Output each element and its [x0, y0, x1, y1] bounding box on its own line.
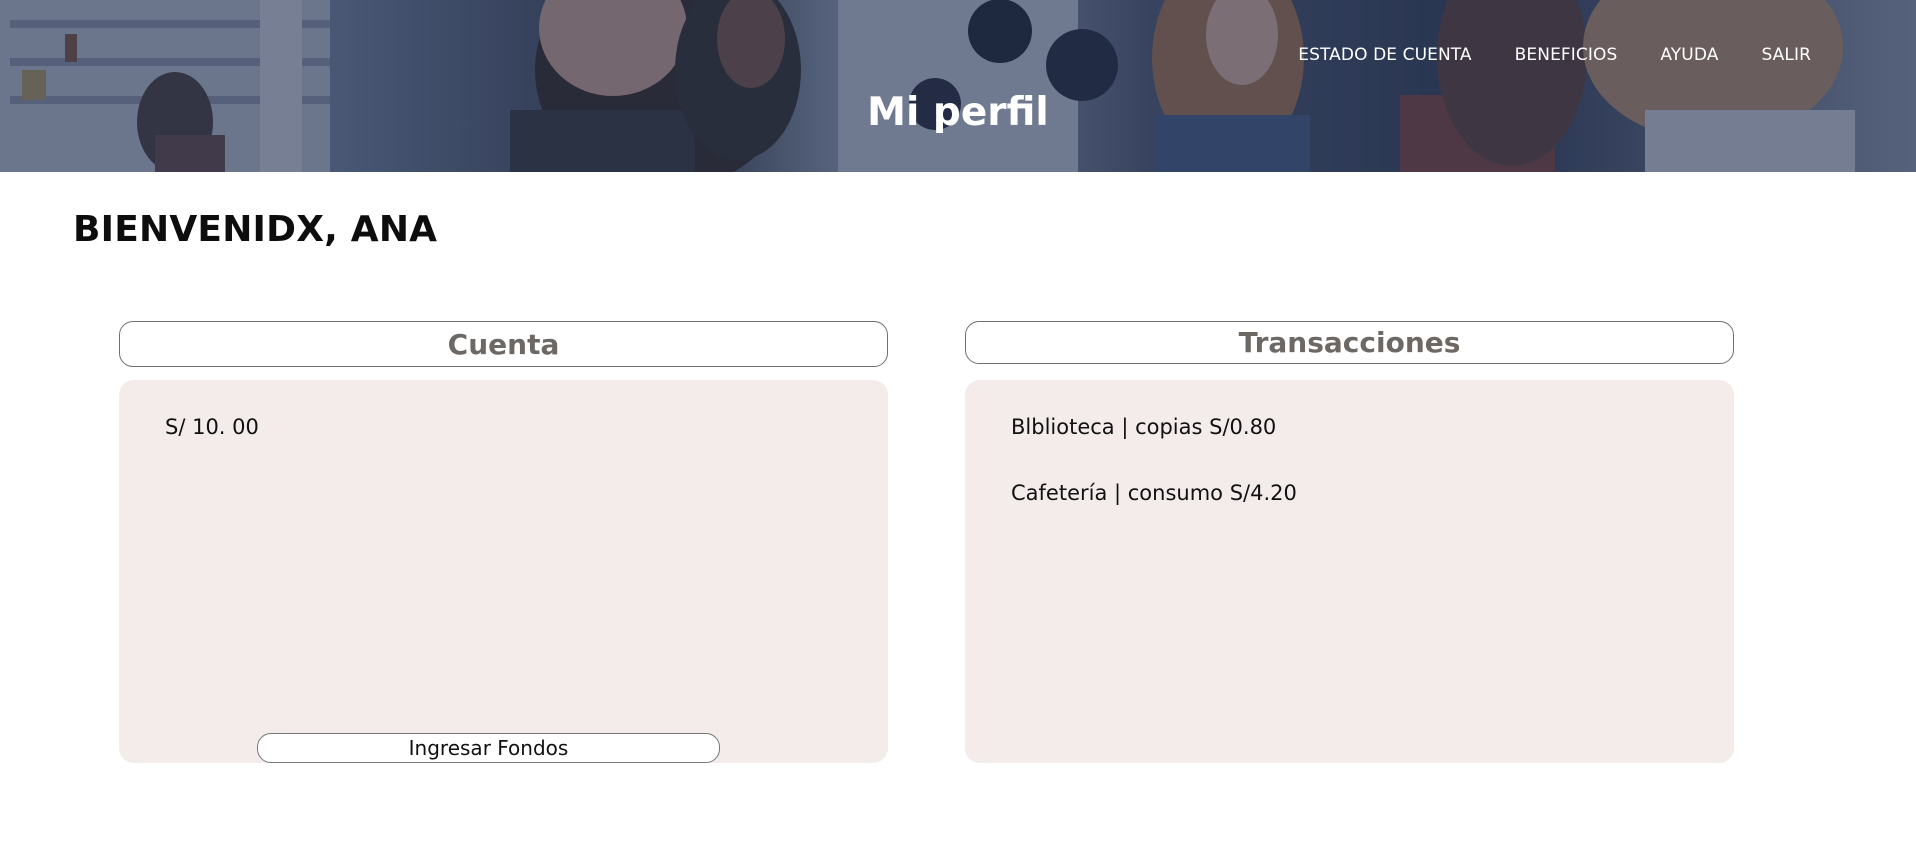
- nav-ayuda[interactable]: AYUDA: [1660, 44, 1718, 66]
- main-navigation: ESTADO DE CUENTA BENEFICIOS AYUDA SALIR: [1298, 44, 1811, 66]
- nav-estado-de-cuenta[interactable]: ESTADO DE CUENTA: [1298, 44, 1471, 66]
- transactions-panel-header: Transacciones: [965, 321, 1734, 364]
- transaction-item: Cafetería | consumo S/4.20: [1011, 481, 1297, 505]
- hero-overlay: [0, 0, 1916, 172]
- welcome-heading: BIENVENIDX, ANA: [73, 209, 438, 250]
- transaction-item: Blblioteca | copias S/0.80: [1011, 415, 1277, 439]
- transactions-panel-body: Blblioteca | copias S/0.80 Cafetería | c…: [965, 380, 1734, 763]
- nav-salir[interactable]: SALIR: [1761, 44, 1811, 66]
- account-panel-body: S/ 10. 00 Ingresar Fondos: [119, 380, 888, 763]
- page-title: Mi perfil: [867, 90, 1049, 135]
- account-balance: S/ 10. 00: [165, 415, 259, 439]
- add-funds-button[interactable]: Ingresar Fondos: [257, 733, 720, 763]
- nav-beneficios[interactable]: BENEFICIOS: [1515, 44, 1618, 66]
- account-panel-header: Cuenta: [119, 321, 888, 367]
- transactions-list: Blblioteca | copias S/0.80 Cafetería | c…: [1011, 413, 1297, 545]
- hero-banner: ESTADO DE CUENTA BENEFICIOS AYUDA SALIR …: [0, 0, 1916, 172]
